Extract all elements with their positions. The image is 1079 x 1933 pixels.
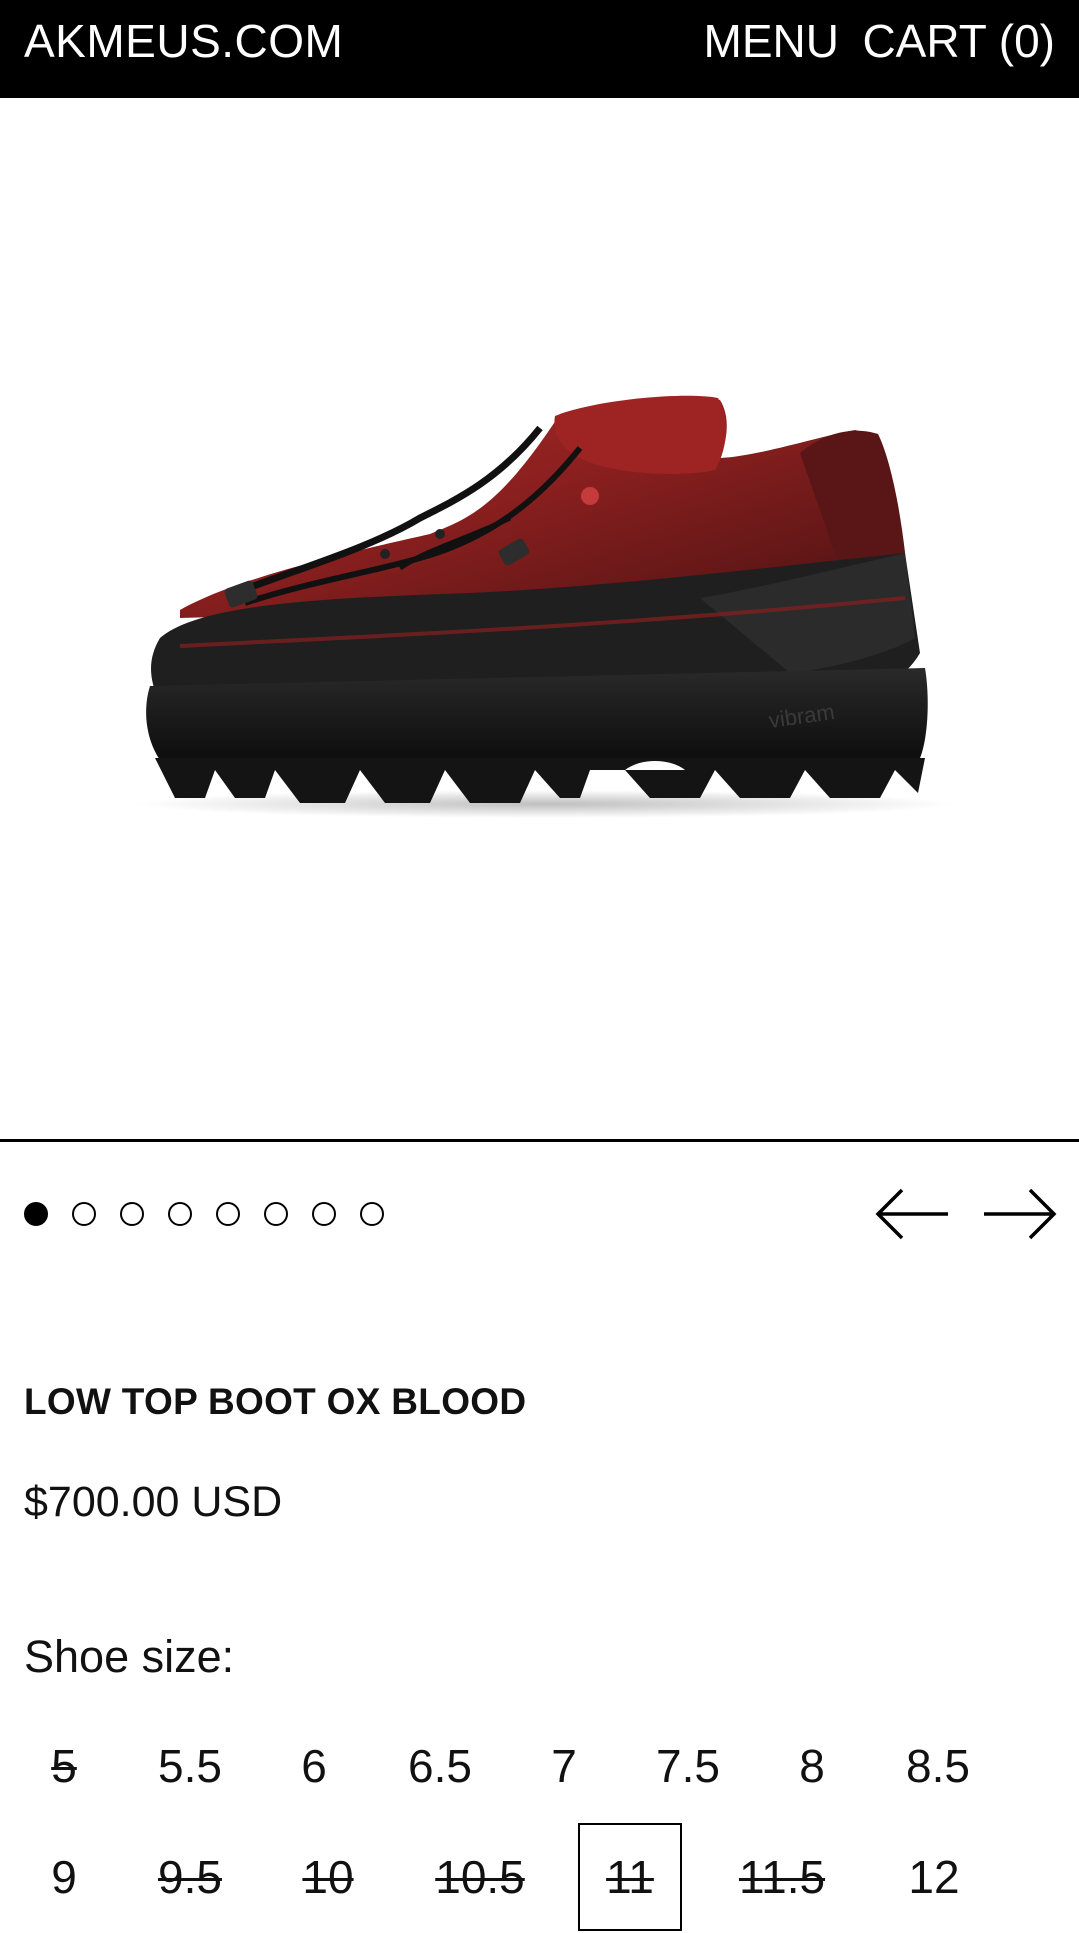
top-bar: AKMEUS.COM MENU CART (0) (0, 0, 1079, 98)
gallery-dot-8[interactable] (360, 1202, 384, 1226)
gallery-dot-4[interactable] (168, 1202, 192, 1226)
product-price: $700.00 USD (24, 1478, 283, 1526)
menu-button[interactable]: MENU (704, 18, 839, 64)
gallery-dot-5[interactable] (216, 1202, 240, 1226)
size-option-6-5[interactable]: 6.5 (388, 1712, 492, 1820)
cart-button[interactable]: CART (0) (862, 18, 1055, 64)
gallery-dot-3[interactable] (120, 1202, 144, 1226)
size-option-5-5[interactable]: 5.5 (138, 1712, 242, 1820)
size-option-8[interactable]: 8 (760, 1712, 864, 1820)
size-option-9[interactable]: 9 (12, 1823, 116, 1931)
brand-logo-link[interactable]: AKMEUS.COM (24, 18, 343, 64)
product-title: LOW TOP BOOT OX BLOOD (24, 1381, 527, 1422)
size-option-7[interactable]: 7 (512, 1712, 616, 1820)
product-image: vibram (135, 395, 955, 818)
size-option-5[interactable]: 5 (12, 1712, 116, 1820)
size-option-11-5[interactable]: 11.5 (730, 1823, 834, 1931)
size-option-7-5[interactable]: 7.5 (636, 1712, 740, 1820)
size-option-8-5[interactable]: 8.5 (886, 1712, 990, 1820)
size-option-9-5[interactable]: 9.5 (138, 1823, 242, 1931)
gallery-dot-2[interactable] (72, 1202, 96, 1226)
size-option-12[interactable]: 12 (882, 1823, 986, 1931)
size-option-11[interactable]: 11 (578, 1823, 682, 1931)
arrow-right-icon (984, 1188, 1057, 1240)
size-option-10[interactable]: 10 (276, 1823, 380, 1931)
arrow-left-icon (875, 1188, 948, 1240)
gallery-divider (0, 1139, 1079, 1142)
gallery-dot-6[interactable] (264, 1202, 288, 1226)
next-image-button[interactable] (982, 1188, 1058, 1240)
size-label: Shoe size: (24, 1631, 235, 1682)
product-image-gallery: vibram (0, 98, 1079, 1141)
size-option-6[interactable]: 6 (262, 1712, 366, 1820)
gallery-dot-7[interactable] (312, 1202, 336, 1226)
size-option-10-5[interactable]: 10.5 (428, 1823, 532, 1931)
prev-image-button[interactable] (874, 1188, 950, 1240)
gallery-dot-1[interactable] (24, 1202, 48, 1226)
